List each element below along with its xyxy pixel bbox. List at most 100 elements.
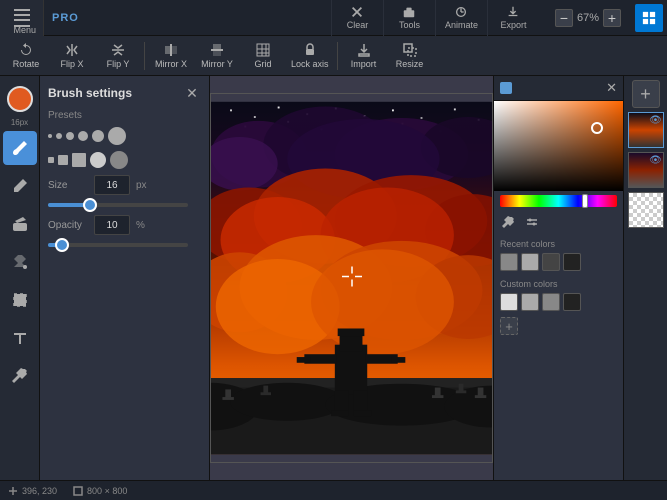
animate-label: Animate — [445, 20, 478, 30]
color-picker-drag[interactable] — [500, 82, 512, 94]
menu-label: Menu — [14, 25, 30, 27]
coordinates-item: 396, 230 — [8, 486, 57, 496]
animate-button[interactable]: Animate — [435, 0, 487, 36]
canvas-area[interactable] — [210, 76, 493, 480]
layer-1-visibility[interactable]: 👁 — [650, 114, 662, 126]
preset-sq-1[interactable] — [48, 157, 54, 163]
custom-colors-grid — [494, 291, 623, 315]
custom-colors-label: Custom colors — [494, 275, 623, 291]
canvas-size-item: 800 × 800 — [73, 486, 127, 496]
opacity-slider[interactable] — [48, 243, 188, 247]
grid-button[interactable]: Grid — [241, 38, 285, 74]
eraser-tool[interactable] — [3, 207, 37, 241]
custom-color-1[interactable] — [500, 293, 518, 311]
add-custom-color-button[interactable]: + — [500, 317, 518, 335]
select-tool[interactable] — [3, 283, 37, 317]
size-input[interactable] — [94, 175, 130, 195]
pencil-tool[interactable] — [3, 169, 37, 203]
hue-bar[interactable] — [500, 195, 617, 207]
preset-sq-2[interactable] — [58, 155, 68, 165]
preset-2[interactable] — [56, 133, 62, 139]
brush-panel-close[interactable]: ✕ — [183, 84, 201, 102]
resize-button[interactable]: Resize — [388, 38, 432, 74]
clear-button[interactable]: Clear — [331, 0, 383, 36]
zoom-out-button[interactable]: − — [555, 9, 573, 27]
import-button[interactable]: Import — [342, 38, 386, 74]
right-sidebar: + 👁 👁 — [623, 76, 667, 480]
preset-8[interactable] — [110, 151, 128, 169]
color-gradient-picker[interactable] — [494, 101, 623, 191]
recent-color-2[interactable] — [521, 253, 539, 271]
zoom-in-button[interactable]: + — [603, 9, 621, 27]
color-tools-row — [494, 211, 623, 235]
opacity-row: Opacity % — [48, 215, 201, 235]
export-button[interactable]: Export — [487, 0, 539, 36]
presets-row-2 — [48, 151, 201, 169]
lockaxis-button[interactable]: Lock axis — [287, 38, 333, 74]
layer-1-thumb[interactable]: 👁 — [628, 112, 664, 148]
color-picker-close[interactable]: ✕ — [606, 80, 617, 96]
zoom-area: − 67% + — [547, 9, 629, 27]
eye-icon-1: 👁 — [649, 115, 662, 126]
text-tool[interactable] — [3, 321, 37, 355]
brush-tool[interactable] — [3, 131, 37, 165]
mirrory-button[interactable]: Mirror Y — [195, 38, 239, 74]
custom-color-4[interactable] — [563, 293, 581, 311]
preset-sq-3[interactable] — [72, 153, 86, 167]
separator-1 — [144, 42, 145, 70]
size-unit: px — [136, 180, 147, 191]
top-tools: Clear Tools Animate Export — [331, 0, 539, 36]
canvas-size: 800 × 800 — [87, 486, 127, 496]
layer-3-thumb[interactable] — [628, 192, 664, 228]
preset-4[interactable] — [78, 131, 88, 141]
canvas-svg — [211, 94, 492, 462]
size-slider[interactable] — [48, 203, 188, 207]
main-area: 16px Brush settings ✕ Presets — [0, 76, 667, 480]
opacity-slider-thumb[interactable] — [55, 238, 69, 252]
custom-color-2[interactable] — [521, 293, 539, 311]
flipx-button[interactable]: Flip X — [50, 38, 94, 74]
mirrorx-button[interactable]: Mirror X — [149, 38, 193, 74]
hue-thumb[interactable] — [582, 194, 588, 208]
sliders-color-icon[interactable] — [524, 215, 540, 231]
custom-color-3[interactable] — [542, 293, 560, 311]
flipy-button[interactable]: Flip Y — [96, 38, 140, 74]
eye-icon-2: 👁 — [649, 155, 662, 166]
export-label: Export — [500, 20, 526, 30]
presets-label: Presets — [48, 110, 201, 121]
preset-6[interactable] — [108, 127, 126, 145]
preset-3[interactable] — [66, 132, 74, 140]
preset-1[interactable] — [48, 134, 52, 138]
clear-label: Clear — [347, 20, 369, 30]
toolbar: Rotate Flip X Flip Y Mirror X Mirror Y G… — [0, 36, 667, 76]
left-sidebar: 16px — [0, 76, 40, 480]
color-gradient-cursor[interactable] — [591, 122, 603, 134]
pixel-canvas[interactable] — [210, 93, 493, 463]
recent-color-4[interactable] — [563, 253, 581, 271]
brush-panel-header: Brush settings ✕ — [48, 84, 201, 102]
recent-color-1[interactable] — [500, 253, 518, 271]
status-bar: 396, 230 800 × 800 — [0, 480, 667, 500]
recent-colors-grid — [494, 251, 623, 275]
recent-color-3[interactable] — [542, 253, 560, 271]
coordinates-icon — [8, 486, 18, 496]
tools-label: Tools — [399, 20, 420, 30]
brush-panel: Brush settings ✕ Presets Size px — [40, 76, 210, 480]
preset-7[interactable] — [90, 152, 106, 168]
eyedropper-tool[interactable] — [3, 359, 37, 393]
windows-button[interactable] — [635, 4, 663, 32]
eyedropper-color-icon[interactable] — [500, 215, 516, 231]
menu-button[interactable]: Menu — [0, 0, 44, 36]
layer-2-visibility[interactable]: 👁 — [650, 154, 662, 166]
zoom-value: 67% — [577, 12, 599, 24]
fill-tool[interactable] — [3, 245, 37, 279]
opacity-label: Opacity — [48, 220, 88, 231]
size-slider-thumb[interactable] — [83, 198, 97, 212]
tools-button[interactable]: Tools — [383, 0, 435, 36]
preset-5[interactable] — [92, 130, 104, 142]
rotate-button[interactable]: Rotate — [4, 38, 48, 74]
layer-2-thumb[interactable]: 👁 — [628, 152, 664, 188]
opacity-input[interactable] — [94, 215, 130, 235]
color-swatch[interactable] — [7, 86, 33, 112]
add-layer-button[interactable]: + — [632, 80, 660, 108]
